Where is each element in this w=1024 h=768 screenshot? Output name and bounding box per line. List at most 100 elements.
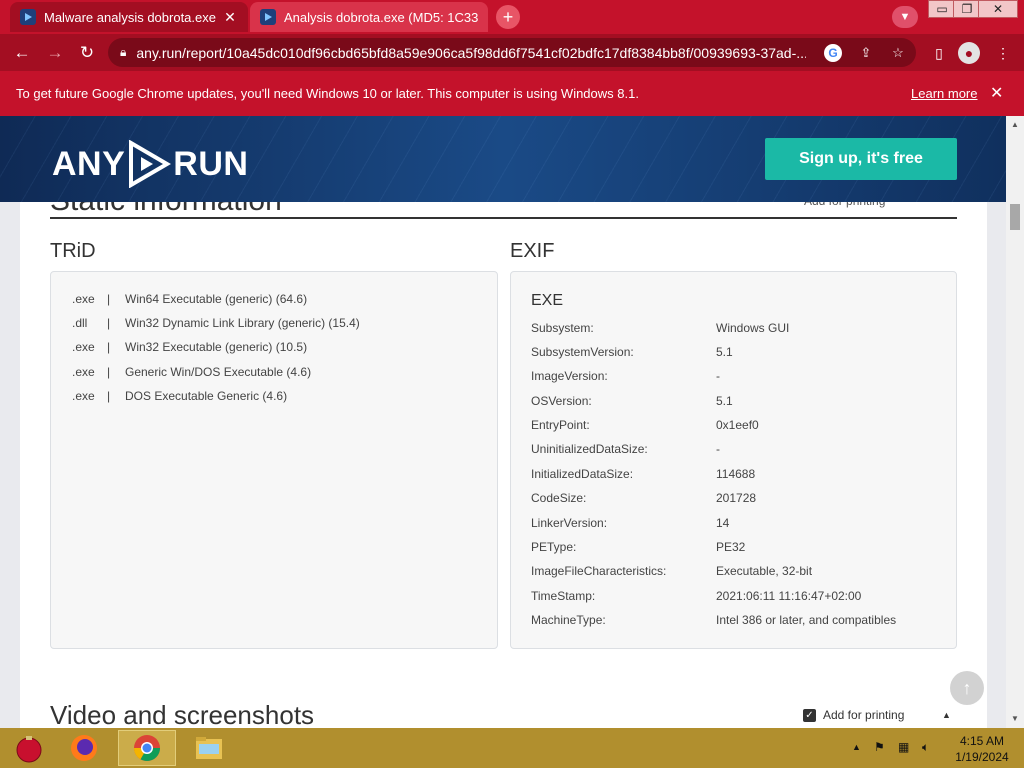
exif-value: 201728 <box>716 491 757 505</box>
minimize-button[interactable]: ▭ <box>928 0 956 18</box>
forward-arrow-icon[interactable]: → <box>42 40 68 66</box>
exif-row: TimeStamp: 2021:06:11 11:16:47+02:00 <box>531 589 861 603</box>
tab-analysis-md5[interactable]: Analysis dobrota.exe (MD5: 1C33 <box>250 2 488 32</box>
exif-row: Subsystem: Windows GUI <box>531 321 789 335</box>
scroll-down-arrow-icon[interactable]: ▼ <box>1006 712 1024 726</box>
infobar-message: To get future Google Chrome updates, you… <box>16 86 639 101</box>
exif-key: LinkerVersion: <box>531 516 608 530</box>
trid-desc: DOS Executable Generic (4.6) <box>125 389 288 403</box>
tab-title: Analysis dobrota.exe (MD5: 1C33 <box>284 9 478 25</box>
scroll-to-top-button[interactable]: ↑ <box>950 671 984 705</box>
share-icon[interactable]: ⇪ <box>857 44 875 62</box>
trid-row: .exe | Generic Win/DOS Executable (4.6) <box>72 365 311 379</box>
back-arrow-icon[interactable]: ← <box>9 40 35 66</box>
infobar-close-icon[interactable]: ✕ <box>990 83 1003 103</box>
trid-separator: | <box>107 389 111 403</box>
exif-value: 14 <box>716 516 730 530</box>
folder-icon <box>196 737 222 759</box>
exif-key: TimeStamp: <box>531 589 596 603</box>
exif-key: PEType: <box>531 540 577 554</box>
trid-ext: .exe <box>72 365 95 379</box>
anyrun-logo[interactable]: ANY RUN <box>52 140 248 188</box>
trid-row: .exe | Win64 Executable (generic) (64.6) <box>72 292 307 306</box>
checkbox-checked-icon[interactable]: ✓ <box>803 708 816 722</box>
exif-value: 2021:06:11 11:16:47+02:00 <box>716 589 862 603</box>
exif-key: CodeSize: <box>531 491 587 505</box>
add-for-printing-label: Add for printing <box>823 708 905 722</box>
firefox-taskbar-button[interactable] <box>55 730 113 766</box>
start-button[interactable] <box>0 730 58 766</box>
tab-search-icon[interactable]: ▼ <box>892 6 918 28</box>
scrollbar-thumb[interactable] <box>1010 204 1020 230</box>
exif-row: ImageFileCharacteristics: Executable, 32-… <box>531 564 812 578</box>
logo-play-icon <box>129 140 172 188</box>
close-window-button[interactable]: ✕ <box>978 0 1018 18</box>
trid-separator: | <box>107 340 111 354</box>
maximize-button[interactable]: ❐ <box>953 0 981 18</box>
exif-row: OSVersion: 5.1 <box>531 394 733 408</box>
trid-desc: Win32 Executable (generic) (10.5) <box>125 340 308 354</box>
exif-value: Executable, 32-bit <box>716 564 813 578</box>
trid-title: TRiD <box>50 240 96 262</box>
page-scrollbar[interactable]: ▲ ▼ <box>1006 116 1024 728</box>
trid-ext: .exe <box>72 292 95 306</box>
firefox-icon <box>71 735 97 761</box>
scroll-up-arrow-icon[interactable]: ▲ <box>1006 118 1024 132</box>
exif-value: 0x1eef0 <box>716 418 759 432</box>
exif-key: InitializedDataSize: <box>531 467 634 481</box>
file-explorer-taskbar-button[interactable] <box>180 730 238 766</box>
exif-value: 5.1 <box>716 394 733 408</box>
signup-button[interactable]: Sign up, it's free <box>765 138 957 180</box>
exif-title: EXIF <box>510 240 555 262</box>
volume-muted-icon[interactable]: 🔈︎ <box>922 740 929 755</box>
lock-icon[interactable]: 🔒︎ <box>120 45 126 60</box>
google-lens-icon[interactable]: G <box>824 44 842 62</box>
exif-value: - <box>716 442 720 456</box>
exif-row: EntryPoint: 0x1eef0 <box>531 418 759 432</box>
tray-overflow-icon[interactable]: ▲ <box>852 742 861 752</box>
site-header: ANY RUN Sign up, it's free <box>0 116 1006 202</box>
collapse-arrow-icon[interactable]: ▲ <box>942 710 951 720</box>
tab-close-icon[interactable]: ✕ <box>222 9 238 26</box>
anyrun-favicon-icon <box>20 9 36 25</box>
start-ornament-icon <box>16 736 42 763</box>
action-center-flag-icon[interactable]: ⚑ <box>874 740 885 754</box>
tab-title: Malware analysis dobrota.exe Malicious a… <box>44 9 216 25</box>
trid-desc: Win32 Dynamic Link Library (generic) (15… <box>125 316 360 330</box>
video-section-title: Video and screenshots <box>50 700 315 728</box>
exif-value: PE32 <box>716 540 746 554</box>
trid-ext: .exe <box>72 389 95 403</box>
exif-row: ImageVersion: - <box>531 369 720 383</box>
reload-icon[interactable]: ↻ <box>74 40 100 66</box>
exif-value: 5.1 <box>716 345 733 359</box>
trid-row: .dll | Win32 Dynamic Link Library (generic… <box>72 316 360 330</box>
trid-desc: Generic Win/DOS Executable (4.6) <box>125 365 312 379</box>
trid-separator: | <box>107 292 111 306</box>
exif-key: MachineType: <box>531 613 606 627</box>
exif-key: UninitializedDataSize: <box>531 442 648 456</box>
side-panel-icon[interactable]: ▯ <box>928 42 950 64</box>
chrome-icon <box>133 735 161 762</box>
anyrun-favicon-icon <box>260 9 276 25</box>
add-for-printing-video[interactable]: ✓ Add for printing <box>803 708 904 722</box>
new-tab-button[interactable]: + <box>496 5 520 29</box>
bookmark-star-icon[interactable]: ☆ <box>889 44 907 62</box>
learn-more-link[interactable]: Learn more <box>911 86 977 101</box>
tab-malware-analysis[interactable]: Malware analysis dobrota.exe Malicious a… <box>10 2 248 32</box>
url-text[interactable]: any.run/report/10a45dc010df96cbd65bfd8a5… <box>136 45 806 61</box>
exif-panel: EXE Subsystem: Windows GUI SubsystemVersi… <box>510 271 957 649</box>
clock-time: 4:15 AM <box>959 734 1005 748</box>
exif-value: - <box>716 369 720 383</box>
system-clock[interactable]: 4:15 AM 1/19/2024 <box>950 733 1014 765</box>
profile-avatar-icon[interactable]: ● <box>958 42 980 64</box>
exif-row: LinkerVersion: 14 <box>531 516 729 530</box>
kebab-menu-icon[interactable]: ⋮ <box>992 42 1014 64</box>
exif-row: SubsystemVersion: 5.1 <box>531 345 733 359</box>
exif-key: SubsystemVersion: <box>531 345 634 359</box>
exif-value: 114688 <box>716 467 756 481</box>
chrome-taskbar-button[interactable] <box>118 730 176 766</box>
exif-row: UninitializedDataSize: - <box>531 442 720 456</box>
network-icon[interactable]: ▦ <box>898 740 909 754</box>
exif-key: Subsystem: <box>531 321 594 335</box>
address-bar[interactable]: 🔒︎ any.run/report/10a45dc010df96cbd65bfd… <box>108 38 916 67</box>
